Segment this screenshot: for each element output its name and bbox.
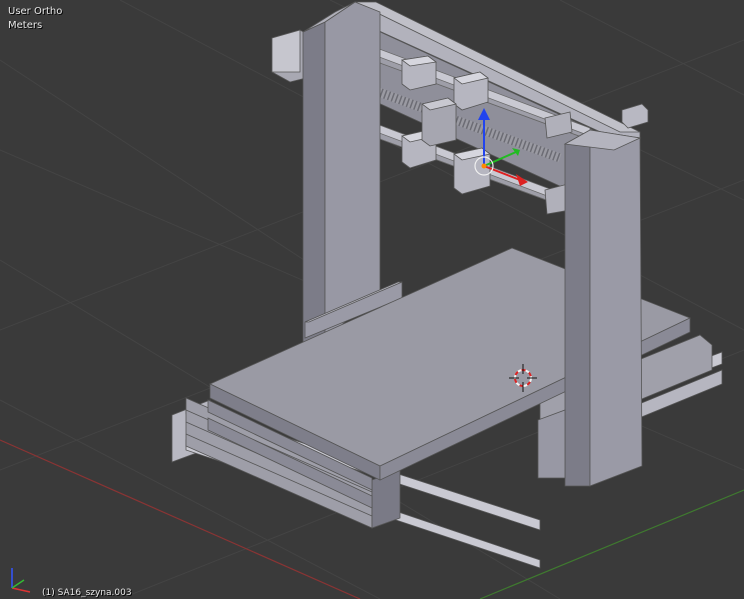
active-object-label: (1) SA16_szyna.003 — [42, 588, 132, 598]
view-name-label: User Ortho — [8, 6, 63, 17]
y-axis-line — [479, 489, 744, 599]
ball-nut-block[interactable] — [421, 97, 457, 147]
units-label: Meters — [8, 20, 43, 31]
3d-viewport[interactable]: User Ortho Meters (1) SA16_szyna.003 — [0, 0, 744, 599]
axis-orientation-gizmo-icon — [11, 568, 31, 593]
stepper-motor-right[interactable] — [621, 103, 649, 129]
rail-carriage-1[interactable] — [400, 55, 438, 91]
viewport-scene[interactable] — [0, 0, 744, 599]
